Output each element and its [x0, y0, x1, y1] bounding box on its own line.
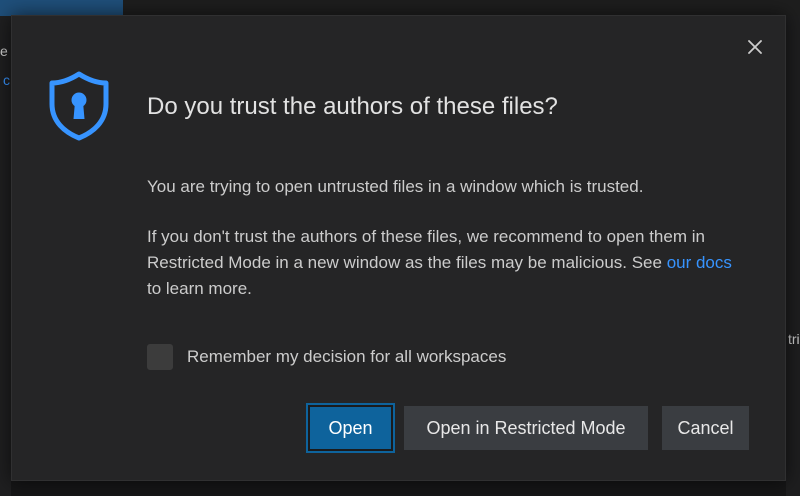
- background-title-bar: [123, 0, 800, 16]
- workspace-trust-dialog: Do you trust the authors of these files?…: [11, 15, 786, 481]
- message-text: to learn more.: [147, 279, 252, 298]
- remember-decision-checkbox[interactable]: [147, 344, 173, 370]
- remember-decision-label[interactable]: Remember my decision for all workspaces: [187, 344, 506, 370]
- dialog-title: Do you trust the authors of these files?: [147, 93, 558, 120]
- dialog-message-untrusted: You are trying to open untrusted files i…: [147, 177, 644, 196]
- background-activity-tab: [0, 0, 123, 16]
- cancel-button[interactable]: Cancel: [662, 406, 749, 450]
- shield-keyhole-icon: [49, 71, 109, 141]
- background-text-fragment: tri: [788, 331, 800, 347]
- remember-decision-row[interactable]: Remember my decision for all workspaces: [147, 344, 506, 370]
- message-text: If you don't trust the authors of these …: [147, 227, 705, 272]
- open-restricted-mode-button[interactable]: Open in Restricted Mode: [404, 406, 648, 450]
- background-text-fragment: e: [0, 43, 8, 59]
- background-right-panel: tri: [786, 16, 800, 496]
- close-button[interactable]: [744, 36, 766, 58]
- dialog-message-recommendation: If you don't trust the authors of these …: [147, 224, 747, 302]
- close-icon: [748, 40, 762, 54]
- open-button[interactable]: Open: [306, 403, 395, 453]
- background-text-fragment: c: [3, 72, 10, 88]
- docs-link[interactable]: our docs: [667, 253, 732, 272]
- background-sidebar: e c: [0, 16, 11, 496]
